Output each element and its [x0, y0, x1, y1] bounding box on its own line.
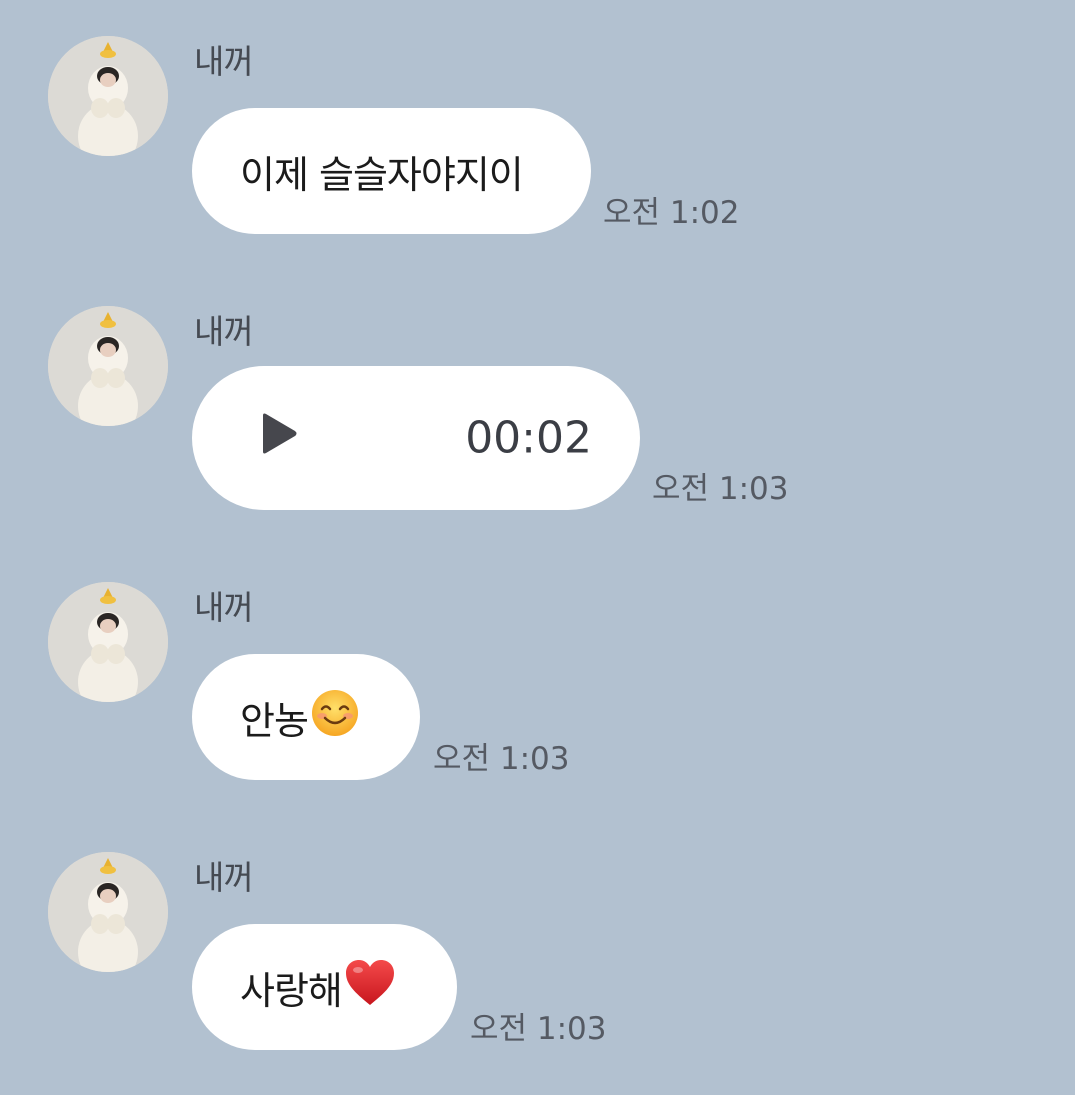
message-row: 내꺼 안농 오전 1:03 — [0, 546, 1075, 780]
sender-name: 내꺼 — [194, 858, 254, 897]
message-text: 사랑해 — [240, 968, 343, 1013]
play-icon[interactable] — [260, 412, 298, 465]
avatar-image — [48, 582, 168, 702]
message-time: 오전 1:03 — [433, 741, 570, 777]
avatar[interactable] — [48, 306, 168, 426]
sender-name: 내꺼 — [194, 42, 254, 81]
message-bubble[interactable]: 사랑해 — [192, 924, 457, 1050]
sender-name: 내꺼 — [194, 312, 254, 351]
chat-screen: { "messages": [ {"sender": "내꺼", "type":… — [0, 0, 1075, 1095]
message-text: 안농 — [240, 698, 309, 743]
voice-duration: 00:02 — [465, 412, 592, 464]
smiling-face-icon — [310, 688, 360, 747]
avatar[interactable] — [48, 852, 168, 972]
avatar[interactable] — [48, 582, 168, 702]
red-heart-icon — [344, 958, 396, 1017]
avatar[interactable] — [48, 36, 168, 156]
message-row: 내꺼 사랑해 오전 1:03 — [0, 816, 1075, 1050]
avatar-image — [48, 36, 168, 156]
avatar-image — [48, 852, 168, 972]
voice-message-bubble[interactable]: 00:02 — [192, 366, 640, 510]
message-time: 오전 1:03 — [652, 471, 789, 507]
message-row: 내꺼 00:02 오전 1:03 — [0, 270, 1075, 510]
sender-name: 내꺼 — [194, 588, 254, 627]
message-row: 내꺼 이제 슬슬자야지이 오전 1:02 — [0, 0, 1075, 234]
message-time: 오전 1:03 — [470, 1011, 607, 1047]
message-time: 오전 1:02 — [603, 195, 740, 231]
message-text: 이제 슬슬자야지이 — [240, 152, 524, 197]
message-bubble[interactable]: 이제 슬슬자야지이 — [192, 108, 591, 234]
avatar-image — [48, 306, 168, 426]
message-bubble[interactable]: 안농 — [192, 654, 420, 780]
